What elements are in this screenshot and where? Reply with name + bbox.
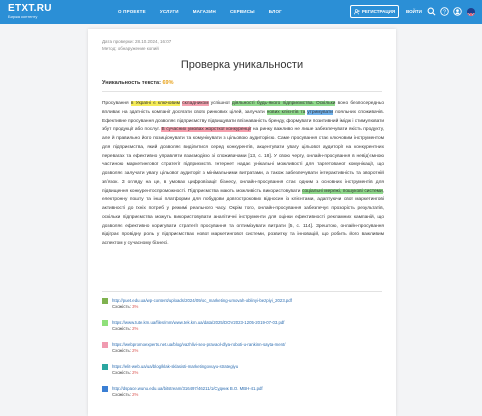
- search-icon[interactable]: [427, 7, 436, 16]
- text-segment: Просування: [102, 101, 131, 106]
- uniqueness-score: Уникальность текста: 69%: [102, 80, 174, 86]
- register-button[interactable]: РЕГИСТРАЦИЯ: [350, 5, 399, 18]
- similarity-value: 2%: [132, 370, 139, 375]
- source-item: https://www.tute.km.ua/files/mm/www.tek.…: [102, 319, 382, 332]
- checked-text: Просування в Україні є ключовим складник…: [102, 100, 384, 249]
- uniqueness-label: Уникальность текста:: [102, 80, 161, 86]
- nav-item-tools[interactable]: СЕРВИСЫ: [230, 9, 255, 14]
- highlighted-match[interactable]: соціальні мережі, пошукові системи: [302, 188, 383, 194]
- source-color-marker: [102, 386, 108, 392]
- source-link[interactable]: http://dspace.wunu.edu.ua/bitstream/3164…: [112, 385, 263, 392]
- similarity-value: 2%: [132, 348, 139, 353]
- uk-flag-icon[interactable]: [467, 8, 475, 16]
- source-color-marker: [102, 320, 108, 326]
- text-segment: , електронну пошту та інші платформи для…: [102, 188, 384, 247]
- top-navigation-bar: ETXT.RU Биржа контенту О ПРОЕКТЕ УСЛУГИ …: [0, 0, 482, 24]
- source-item: https://elit-web.ua/ua/blog/klak-sklasis…: [102, 363, 382, 376]
- logo-subtitle: Биржа контенту: [8, 14, 38, 19]
- sources-list: http://puet.edu.ua/wp-content/uploads/20…: [102, 297, 382, 407]
- text-segment: успішної: [208, 101, 232, 106]
- similarity-value: 2%: [132, 392, 139, 397]
- highlighted-match[interactable]: діяльності будь-якого підприємства. Оскі…: [231, 101, 336, 106]
- report-card: Дата проверки: 28.10.2024, 16:07 Метод: …: [88, 29, 396, 416]
- nav-item-about[interactable]: О ПРОЕКТЕ: [118, 9, 146, 14]
- similarity-value: 2%: [132, 326, 139, 331]
- highlighted-match[interactable]: нових клієнтів та: [266, 109, 306, 115]
- source-link[interactable]: https://elit-web.ua/ua/blog/klak-sklasis…: [112, 363, 238, 370]
- source-details: https://webpromoexperts.net.ua/blog/vazh…: [112, 341, 285, 354]
- source-link[interactable]: https://www.tute.km.ua/files/mm/www.tek.…: [112, 319, 284, 326]
- main-nav: О ПРОЕКТЕ УСЛУГИ МАГАЗИН СЕРВИСЫ БЛОГ: [118, 9, 282, 14]
- nav-item-shop[interactable]: МАГАЗИН: [193, 9, 216, 14]
- highlighted-match[interactable]: утримувати: [307, 109, 333, 115]
- source-details: https://elit-web.ua/ua/blog/klak-sklasis…: [112, 363, 238, 376]
- source-similarity: Схожість: 2%: [112, 326, 284, 332]
- source-similarity: Схожість: 2%: [112, 392, 263, 398]
- source-similarity: Схожість: 2%: [112, 348, 285, 354]
- help-icon[interactable]: ?: [440, 7, 449, 16]
- nav-item-services[interactable]: УСЛУГИ: [160, 9, 179, 14]
- similarity-label: Схожість:: [112, 304, 133, 309]
- similarity-label: Схожість:: [112, 370, 133, 375]
- similarity-label: Схожість:: [112, 392, 133, 397]
- source-details: http://puet.edu.ua/wp-content/uploads/20…: [112, 297, 292, 310]
- svg-text:?: ?: [443, 9, 446, 15]
- user-plus-icon: [353, 8, 360, 14]
- source-details: http://dspace.wunu.edu.ua/bitstream/3164…: [112, 385, 263, 398]
- source-color-marker: [102, 298, 108, 304]
- source-similarity: Схожість: 2%: [112, 370, 238, 376]
- logo-text: ETXT.RU: [8, 3, 52, 14]
- register-label: РЕГИСТРАЦИЯ: [361, 9, 396, 14]
- logo[interactable]: ETXT.RU Биржа контенту: [8, 3, 52, 19]
- uniqueness-value: 69%: [162, 80, 174, 86]
- check-method: Метод: обнаружение копий: [102, 46, 159, 51]
- source-details: https://www.tute.km.ua/files/mm/www.tek.…: [112, 319, 284, 332]
- highlighted-match[interactable]: В сучасних умовах жорсткої конкуренції: [161, 127, 252, 133]
- page-title: Проверка уникальности: [180, 59, 304, 71]
- divider: [102, 291, 382, 292]
- source-similarity: Схожість: 3%: [112, 304, 292, 310]
- check-date: Дата проверки: 28.10.2024, 16:07: [102, 39, 172, 44]
- source-link[interactable]: https://webpromoexperts.net.ua/blog/vazh…: [112, 341, 285, 348]
- source-item: http://puet.edu.ua/wp-content/uploads/20…: [102, 297, 382, 310]
- highlighted-match[interactable]: в Україні є ключовим: [130, 101, 181, 106]
- similarity-label: Схожість:: [112, 326, 133, 331]
- report-meta: Дата проверки: 28.10.2024, 16:07 Метод: …: [102, 38, 171, 52]
- source-color-marker: [102, 364, 108, 370]
- highlighted-match[interactable]: складником: [182, 101, 209, 106]
- source-item: https://webpromoexperts.net.ua/blog/vazh…: [102, 341, 382, 354]
- source-color-marker: [102, 342, 108, 348]
- nav-item-blog[interactable]: БЛОГ: [269, 9, 282, 14]
- similarity-value: 3%: [132, 304, 139, 309]
- similarity-label: Схожість:: [112, 348, 133, 353]
- user-icon[interactable]: [453, 7, 462, 16]
- login-link[interactable]: ВОЙТИ: [406, 9, 422, 14]
- source-link[interactable]: http://puet.edu.ua/wp-content/uploads/20…: [112, 297, 292, 304]
- divider: [102, 91, 382, 92]
- text-segment: на ринку важливо не лише забезпечувати я…: [102, 127, 384, 194]
- source-item: http://dspace.wunu.edu.ua/bitstream/3164…: [102, 385, 382, 398]
